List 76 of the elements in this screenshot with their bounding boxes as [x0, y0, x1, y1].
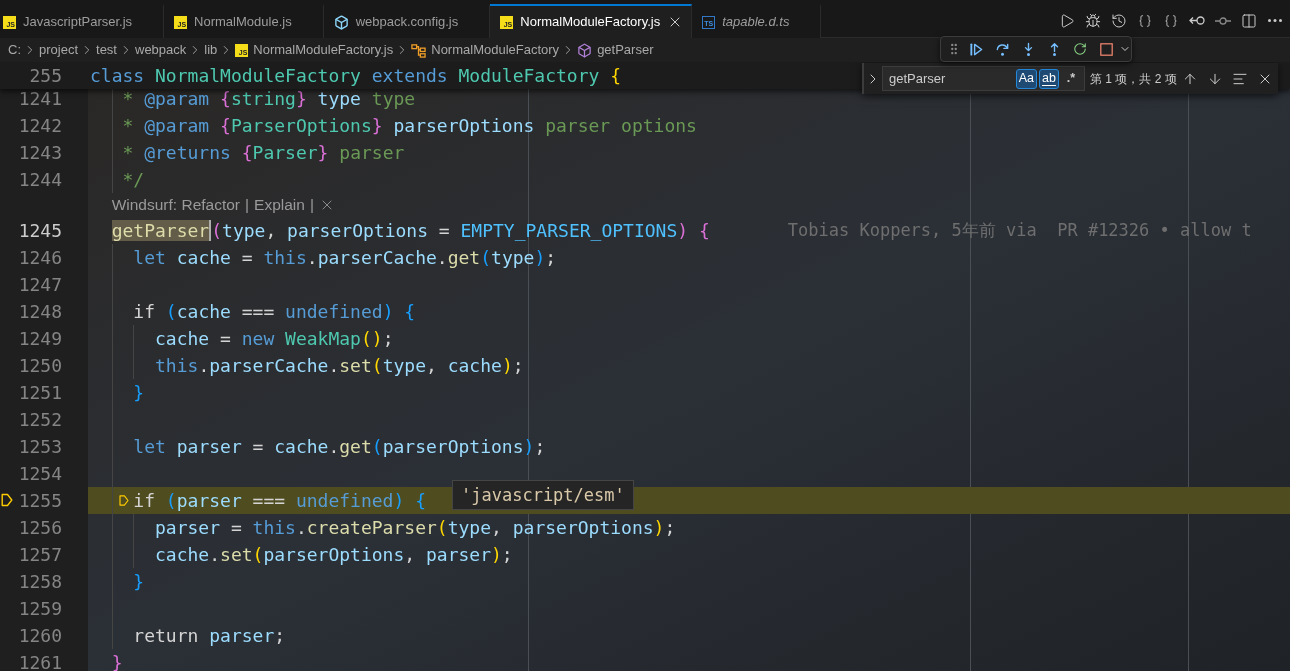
match-case-toggle[interactable]: Aa — [1015, 68, 1037, 89]
codelens-link[interactable]: Explain — [254, 195, 305, 215]
match-count: 第 1 项，共 2 项 — [1090, 70, 1177, 88]
arrow-to-circle-icon — [1189, 16, 1205, 25]
line-number: 1241 — [18, 87, 62, 111]
inline-breakpoint-icon — [119, 494, 129, 507]
code-line: this.parserCache.set(type, cache); — [155, 354, 524, 378]
codelens-separator: | — [309, 195, 314, 215]
code-line: let parser = cache.get(parserOptions); — [133, 435, 546, 459]
line-number: 1257 — [18, 543, 62, 567]
cube-icon — [333, 14, 349, 30]
step-over-icon — [994, 41, 1010, 57]
breadcrumb-item[interactable]: test — [96, 40, 117, 60]
line-number: 1256 — [18, 516, 62, 540]
find-input[interactable]: getParser Aa ab .* — [882, 66, 1085, 91]
line-number: 1245 — [18, 219, 62, 243]
code-line: cache.set(parserOptions, parser); — [155, 543, 513, 567]
line-number: 1258 — [18, 570, 62, 594]
bug-icon — [1085, 12, 1101, 29]
split-editor-icon — [1241, 12, 1257, 29]
continue-icon — [968, 41, 984, 57]
play-icon — [1059, 12, 1075, 29]
stop-icon — [1099, 42, 1113, 56]
code-line: let cache = this.parserCache.get(type); — [133, 246, 557, 270]
line-number: 1247 — [18, 273, 62, 297]
line-number: 1253 — [18, 435, 62, 459]
line-number: 1260 — [18, 624, 62, 648]
breadcrumb-item[interactable]: webpack — [135, 40, 187, 60]
cube-icon — [577, 42, 593, 58]
braces-icon — [1138, 13, 1152, 28]
history-icon — [1111, 12, 1127, 29]
code-line: * @returns {Parser} parser — [122, 141, 405, 165]
line-number: 1250 — [18, 354, 62, 378]
code-line: if (cache === undefined) { — [133, 300, 416, 324]
code-line: */ — [122, 168, 145, 192]
code-line: parser = this.createParser(type, parserOptions); — [155, 516, 676, 540]
editor-tab[interactable]: webpack.config.js — [323, 4, 491, 38]
code-line: if (parser === undefined) { — [133, 489, 426, 513]
code-line: cache = new WeakMap(); — [155, 327, 394, 351]
git-commit-icon — [1215, 16, 1231, 25]
code-line: * @param {ParserOptions} parserOptions parser options — [122, 114, 697, 138]
breadcrumb-item[interactable]: C: — [8, 40, 21, 60]
code-line: } — [133, 381, 145, 405]
code-line: getParser(type, parserOptions = EMPTY_PARSER_OPTIONS) { — [111, 219, 710, 243]
git-blame-annotation: Tobias Koppers, 5年前 via PR #12326 • allow t — [787, 219, 1252, 242]
line-number: 1255 — [18, 489, 62, 513]
line-number: 1261 — [18, 651, 62, 671]
breadcrumb-item[interactable]: project — [39, 40, 79, 60]
breadcrumb-item[interactable]: getParser — [577, 40, 654, 60]
line-number: 1246 — [18, 246, 62, 270]
line-number: 1242 — [18, 114, 62, 138]
ellipsis-icon — [1268, 19, 1282, 22]
breadcrumb-item[interactable]: lib — [204, 40, 218, 60]
code-line: * @param {string} type type — [122, 87, 416, 111]
line-number: 1259 — [18, 597, 62, 621]
breadcrumb-item[interactable]: NormalModuleFactory — [411, 40, 560, 60]
code-line: return parser; — [133, 624, 286, 648]
braces-icon — [1164, 13, 1178, 28]
line-number: 1244 — [18, 168, 62, 192]
line-number: 255 — [29, 64, 62, 88]
code-line: } — [133, 570, 145, 594]
debug-hover-value: 'javascript/esm' — [452, 480, 634, 510]
line-number: 1243 — [18, 141, 62, 165]
line-number: 1248 — [18, 300, 62, 324]
codelens-separator: | — [245, 195, 250, 215]
code-line: class NormalModuleFactory extends ModuleFactory { — [89, 64, 622, 88]
line-number: 1254 — [18, 462, 62, 486]
restart-icon — [1073, 42, 1087, 56]
line-number: 1252 — [18, 408, 62, 432]
codelens-link[interactable]: Windsurf: Refactor — [111, 195, 241, 215]
line-number: 1249 — [18, 327, 62, 351]
regex-toggle[interactable]: .* — [1061, 68, 1081, 89]
class-symbol-icon — [411, 42, 427, 58]
line-number: 1251 — [18, 381, 62, 405]
debug-pointer-icon — [1, 493, 13, 507]
whole-word-toggle[interactable]: ab — [1039, 68, 1059, 89]
